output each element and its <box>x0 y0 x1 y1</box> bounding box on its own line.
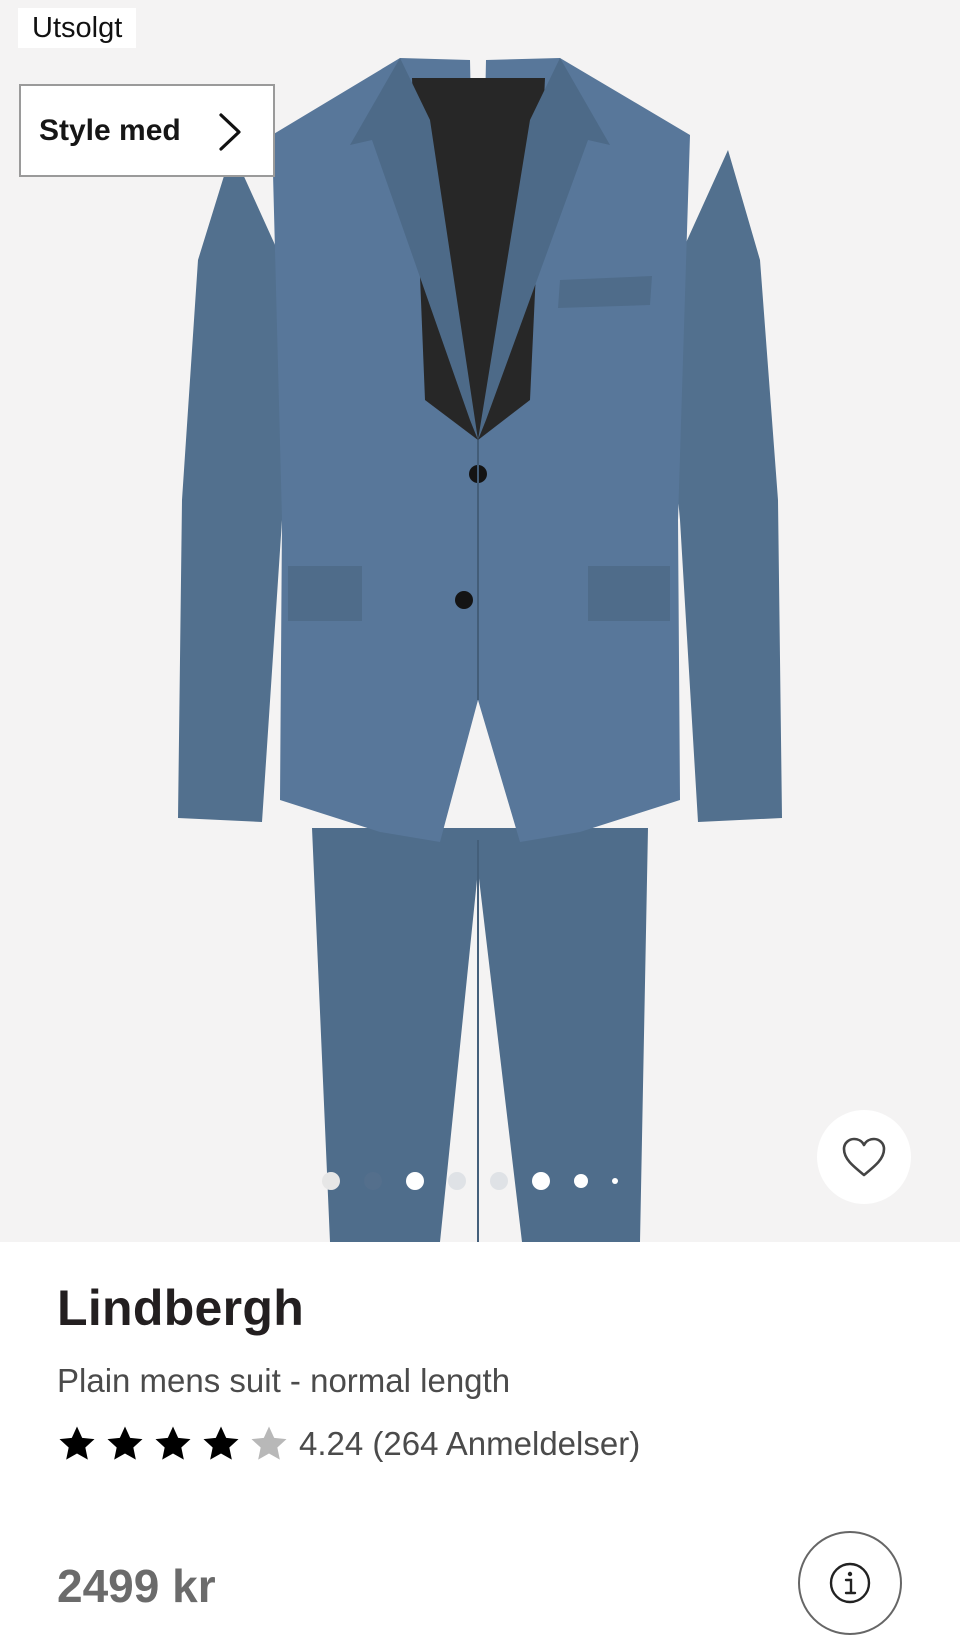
product-image <box>178 58 782 1242</box>
info-icon <box>829 1562 871 1604</box>
carousel-dot[interactable] <box>406 1172 424 1190</box>
style-with-label: Style med <box>39 113 181 147</box>
carousel-dot[interactable] <box>490 1172 508 1190</box>
chevron-right-icon <box>219 113 241 151</box>
star-filled-icon <box>107 1426 143 1460</box>
carousel-dot[interactable] <box>574 1174 588 1188</box>
carousel-dot[interactable] <box>322 1172 340 1190</box>
rating-text: 4.24 (264 Anmeldelser) <box>299 1425 641 1462</box>
product-name: Plain mens suit - normal length <box>57 1362 511 1399</box>
brand-name[interactable]: Lindbergh <box>57 1279 304 1337</box>
rating-summary[interactable]: 4.24 (264 Anmeldelser) <box>57 1424 640 1464</box>
carousel-dot[interactable] <box>532 1172 550 1190</box>
product-info: Lindbergh Plain mens suit - normal lengt… <box>0 1242 960 1635</box>
style-with-button[interactable]: Style med <box>19 84 275 177</box>
star-filled-icon <box>155 1426 191 1460</box>
info-button[interactable] <box>798 1531 902 1635</box>
favorite-button[interactable] <box>817 1110 911 1204</box>
star-empty-icon <box>251 1426 287 1460</box>
sold-out-badge: Utsolgt <box>18 8 137 48</box>
carousel-dot[interactable] <box>448 1172 466 1190</box>
carousel-dot[interactable] <box>364 1172 382 1190</box>
star-filled-icon <box>59 1426 95 1460</box>
heart-icon <box>842 1137 886 1177</box>
carousel-dot[interactable] <box>612 1178 618 1184</box>
star-filled-icon <box>203 1426 239 1460</box>
price: 2499 kr <box>57 1560 216 1612</box>
product-image-carousel[interactable]: Utsolgt Style med <box>0 0 960 1242</box>
